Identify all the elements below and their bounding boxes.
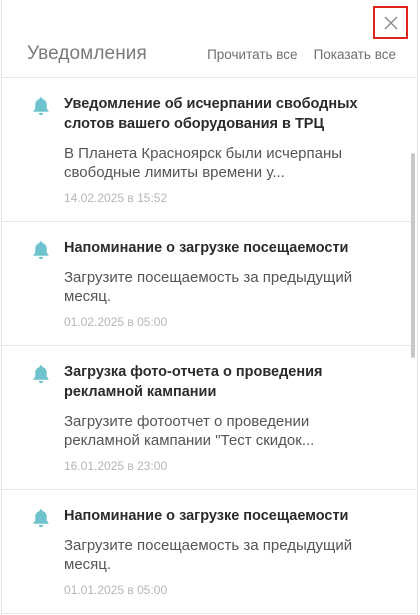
notification-title: Напоминание о загрузке посещаемости — [64, 508, 349, 524]
close-button[interactable] — [373, 6, 408, 39]
notification-body: В Планета Красноярск были исчерпаны своб… — [64, 145, 343, 181]
notification-title: Напоминание о загрузке посещаемости — [64, 240, 349, 256]
panel-title: Уведомления — [27, 43, 147, 64]
notification-date: 14.02.2025 в 15:52 — [64, 191, 168, 205]
panel-header: Уведомления Прочитать все Показать все — [2, 38, 417, 78]
header-actions: Прочитать все Показать все — [207, 47, 396, 62]
notification-title: Загрузка фото-отчета о проведения реклам… — [64, 364, 323, 400]
notification-item[interactable]: Напоминание о загрузке посещаемости Загр… — [2, 490, 417, 614]
notification-date: 01.02.2025 в 05:00 — [64, 315, 168, 329]
scrollbar[interactable] — [410, 78, 415, 615]
notification-item[interactable]: Загрузка фото-отчета о проведения реклам… — [2, 346, 417, 490]
notification-date: 16.01.2025 в 23:00 — [64, 459, 168, 473]
read-all-button[interactable]: Прочитать все — [207, 47, 298, 62]
notification-body: Загрузите фотоотчет о проведении рекламн… — [64, 413, 315, 449]
scrollbar-thumb[interactable] — [411, 153, 415, 358]
show-all-button[interactable]: Показать все — [314, 47, 396, 62]
notification-title: Уведомление об исчерпании свободных слот… — [64, 96, 358, 132]
bell-icon — [33, 365, 49, 384]
bell-icon — [33, 97, 49, 116]
notification-body: Загрузите посещаемость за предыдущий мес… — [64, 269, 353, 305]
notification-item[interactable]: Напоминание о загрузке посещаемости Загр… — [2, 222, 417, 346]
close-icon — [384, 16, 397, 29]
notifications-panel: Уведомления Прочитать все Показать все У… — [1, 0, 418, 615]
notification-list: Уведомление об исчерпании свободных слот… — [2, 78, 417, 615]
bell-icon — [33, 241, 49, 260]
notification-body: Загрузите посещаемость за предыдущий мес… — [64, 537, 353, 573]
bell-icon — [33, 509, 49, 528]
notification-date: 01.01.2025 в 05:00 — [64, 583, 168, 597]
notification-item[interactable]: Уведомление об исчерпании свободных слот… — [2, 78, 417, 222]
